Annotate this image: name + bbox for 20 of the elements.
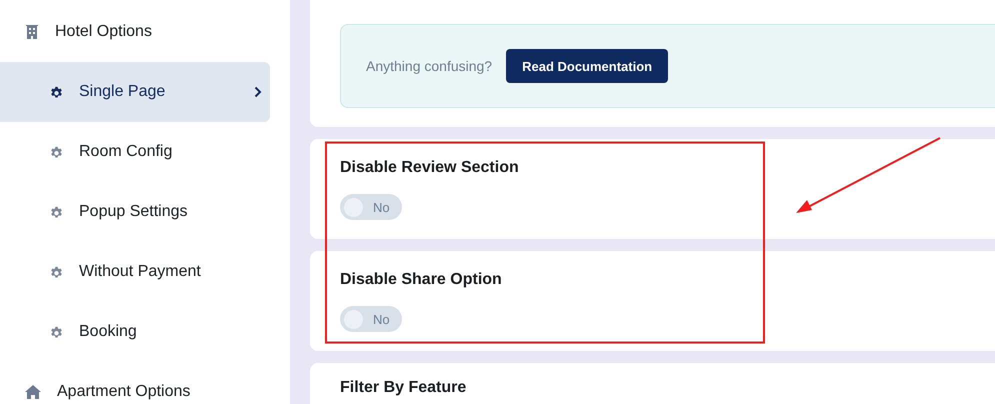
gear-icon [49, 204, 64, 220]
setting-title: Disable Share Option [340, 271, 503, 289]
house-icon [24, 384, 42, 400]
sidebar-item[interactable]: Booking [0, 302, 270, 362]
sidebar-item[interactable]: Popup Settings [0, 182, 270, 242]
chevron-right-icon [254, 86, 262, 98]
gear-icon [49, 84, 64, 100]
gear-icon [49, 324, 64, 340]
setting-title: Filter By Feature [340, 379, 468, 397]
gear-icon [49, 144, 64, 160]
sidebar-item[interactable]: Apartment Options [0, 362, 270, 404]
setting-title: Disable Review Section [340, 159, 520, 177]
sidebar-item[interactable]: Without Payment [0, 242, 270, 302]
sidebar-item[interactable]: Hotel Options [0, 2, 270, 62]
building-icon [24, 24, 40, 40]
gear-icon [49, 264, 64, 280]
read-documentation-button[interactable]: Read Documentation [506, 49, 668, 83]
sidebar-item[interactable]: Single Page [0, 62, 270, 122]
help-text: Anything confusing? [366, 58, 492, 74]
sidebar-item[interactable]: Room Config [0, 122, 270, 182]
